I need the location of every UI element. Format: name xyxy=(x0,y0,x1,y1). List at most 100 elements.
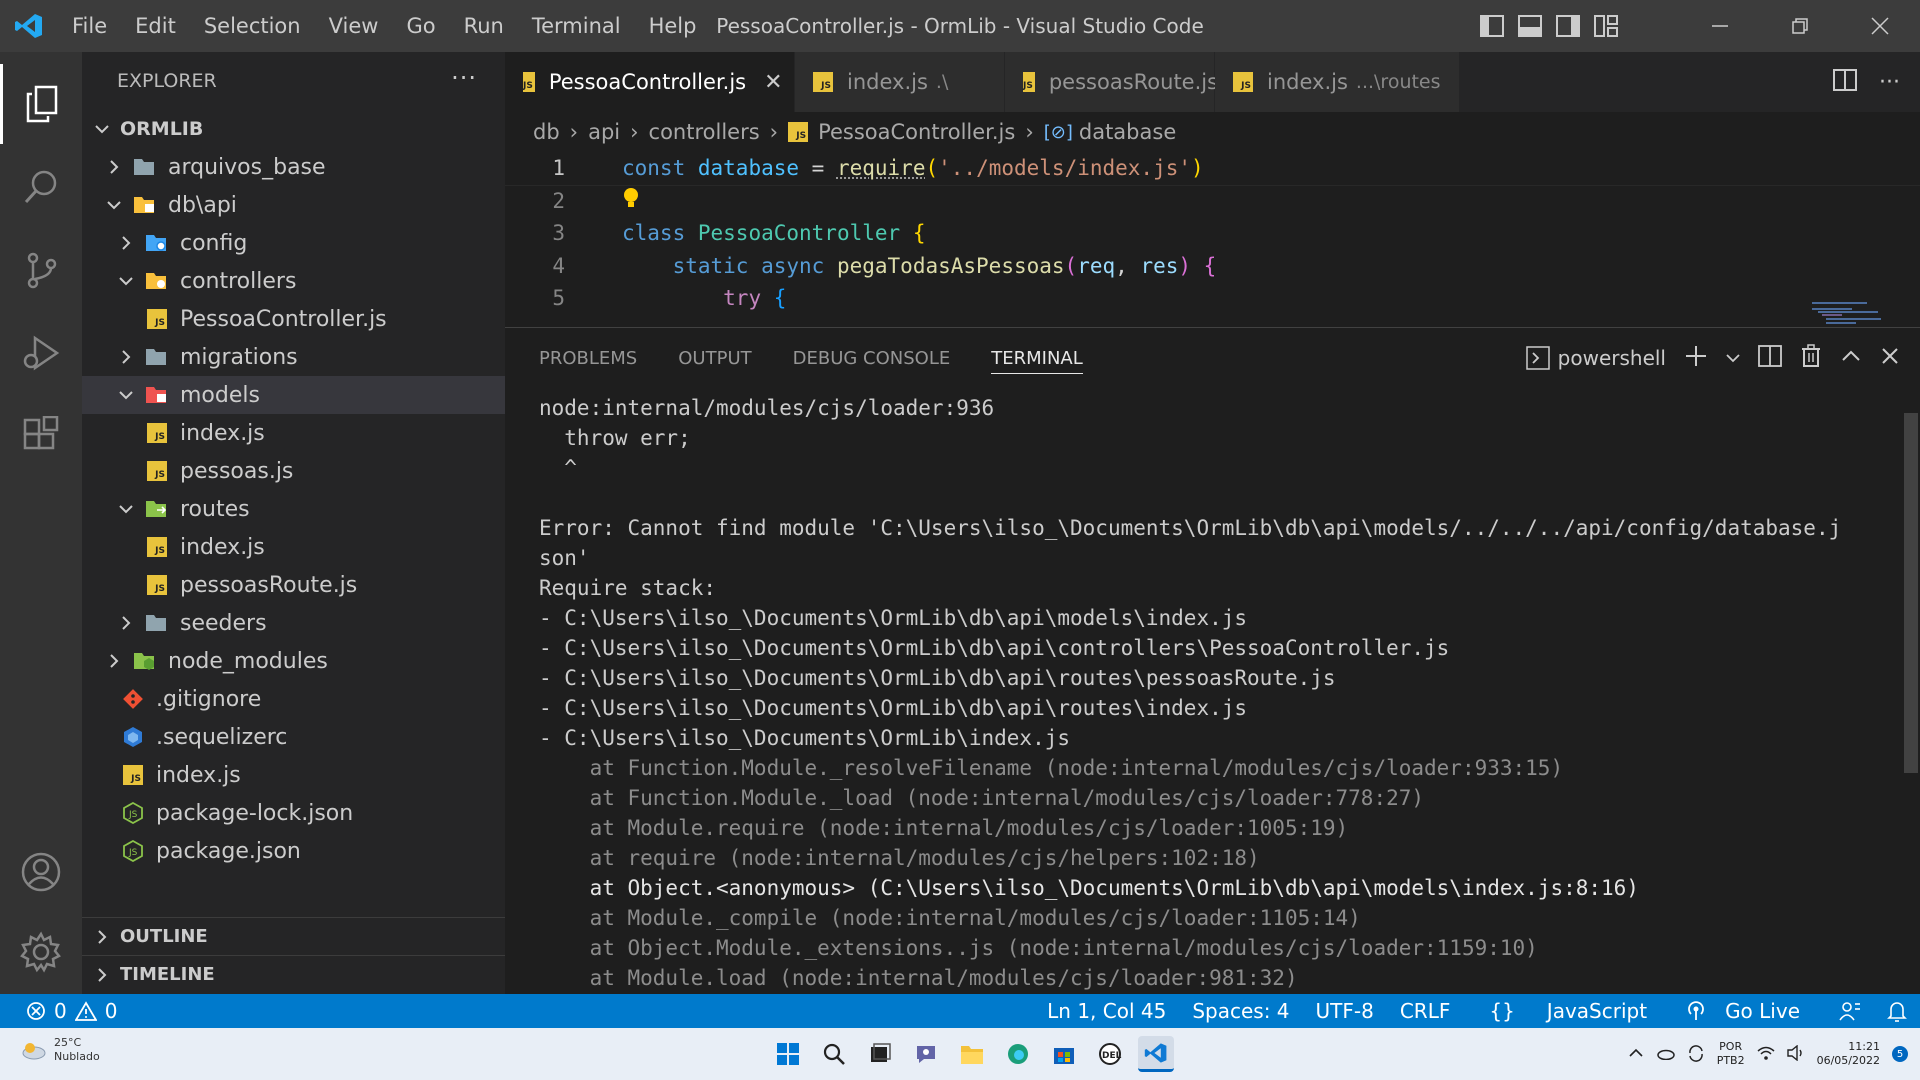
trash-icon[interactable] xyxy=(1800,343,1822,373)
tree-folder[interactable]: config xyxy=(82,224,505,262)
tree-file[interactable]: JS index.js xyxy=(82,756,505,794)
explorer-icon[interactable] xyxy=(0,64,82,144)
search-icon[interactable] xyxy=(816,1036,852,1072)
menu-selection[interactable]: Selection xyxy=(190,0,315,52)
toggle-sidebar-icon[interactable] xyxy=(1478,12,1506,40)
tab-index-root[interactable]: JS index.js .\ xyxy=(795,52,1005,112)
chat-icon[interactable] xyxy=(908,1036,944,1072)
notifications-bell-icon[interactable] xyxy=(1874,1000,1920,1022)
tree-file[interactable]: JS pessoasRoute.js xyxy=(82,566,505,604)
wifi-icon[interactable] xyxy=(1757,1045,1775,1064)
menu-help[interactable]: Help xyxy=(635,0,711,52)
maximize-panel-icon[interactable] xyxy=(1840,345,1862,372)
outline-section[interactable]: OUTLINE xyxy=(82,917,505,955)
menu-terminal[interactable]: Terminal xyxy=(518,0,635,52)
minimize-icon[interactable] xyxy=(1680,0,1760,52)
breadcrumb-api[interactable]: api xyxy=(588,120,620,144)
tree-file[interactable]: JS PessoaController.js xyxy=(82,300,505,338)
extensions-icon[interactable] xyxy=(0,396,82,476)
tree-folder[interactable]: controllers xyxy=(82,262,505,300)
windows-start-icon[interactable] xyxy=(770,1036,806,1072)
cursor-position[interactable]: Ln 1, Col 45 xyxy=(1034,999,1179,1023)
tree-folder[interactable]: routes xyxy=(82,490,505,528)
terminal-scrollbar[interactable] xyxy=(1904,413,1918,773)
line-ending[interactable]: CRLF xyxy=(1387,999,1464,1023)
tree-file[interactable]: .sequelizerc xyxy=(82,718,505,756)
close-icon[interactable] xyxy=(1840,0,1920,52)
tree-file[interactable]: JS package.json xyxy=(82,832,505,870)
settings-gear-icon[interactable] xyxy=(0,912,82,992)
file-explorer-icon[interactable] xyxy=(954,1036,990,1072)
onedrive-icon[interactable] xyxy=(1655,1046,1675,1063)
tree-folder[interactable]: arquivos_base xyxy=(82,148,505,186)
close-tab-icon[interactable]: ✕ xyxy=(764,70,782,95)
tree-file[interactable]: JS package-lock.json xyxy=(82,794,505,832)
tree-folder[interactable]: models xyxy=(82,376,505,414)
tree-file[interactable]: JS pessoas.js xyxy=(82,452,505,490)
tab-terminal[interactable]: TERMINAL xyxy=(991,328,1083,388)
weather-widget[interactable]: 25°C Nublado xyxy=(20,1036,100,1064)
tree-folder[interactable]: node_modules xyxy=(82,642,505,680)
tab-output[interactable]: OUTPUT xyxy=(678,328,751,388)
code-editor[interactable]: 1 const database = require('../models/in… xyxy=(505,152,1920,327)
minimap[interactable] xyxy=(1812,302,1892,327)
task-view-icon[interactable] xyxy=(862,1036,898,1072)
go-live-button[interactable]: Go Live xyxy=(1673,999,1826,1023)
menu-edit[interactable]: Edit xyxy=(121,0,190,52)
feedback-icon[interactable] xyxy=(1826,1000,1874,1022)
customize-layout-icon[interactable] xyxy=(1592,12,1620,40)
accounts-icon[interactable] xyxy=(0,832,82,912)
tab-problems[interactable]: PROBLEMS xyxy=(539,328,637,388)
volume-icon[interactable] xyxy=(1786,1044,1805,1064)
toggle-secondary-sidebar-icon[interactable] xyxy=(1554,12,1582,40)
breadcrumb-symbol[interactable]: database xyxy=(1079,120,1176,144)
tree-root-ormlib[interactable]: ORMLIB xyxy=(82,110,505,148)
chevron-down-icon[interactable] xyxy=(1726,346,1740,370)
toggle-panel-icon[interactable] xyxy=(1516,12,1544,40)
encoding[interactable]: UTF-8 xyxy=(1303,999,1387,1023)
tab-pessoacontroller[interactable]: JS PessoaController.js ✕ xyxy=(505,52,795,112)
dell-icon[interactable]: DELL xyxy=(1092,1036,1128,1072)
breadcrumb-controllers[interactable]: controllers xyxy=(649,120,760,144)
chevron-up-icon[interactable] xyxy=(1629,1047,1643,1062)
split-editor-icon[interactable] xyxy=(1833,69,1858,95)
vscode-taskbar-icon[interactable] xyxy=(1138,1036,1174,1072)
more-actions-icon[interactable]: ··· xyxy=(451,64,477,92)
sync-icon[interactable] xyxy=(1687,1044,1705,1065)
new-terminal-icon[interactable] xyxy=(1684,344,1708,373)
restore-icon[interactable] xyxy=(1760,0,1840,52)
menu-file[interactable]: File xyxy=(58,0,121,52)
clock[interactable]: 11:21 06/05/2022 xyxy=(1817,1040,1880,1068)
breadcrumb-db[interactable]: db xyxy=(533,120,560,144)
terminal-shell-selector[interactable]: powershell xyxy=(1525,346,1666,370)
tree-folder[interactable]: seeders xyxy=(82,604,505,642)
tree-file[interactable]: JS index.js xyxy=(82,528,505,566)
store-icon[interactable] xyxy=(1046,1036,1082,1072)
terminal-output[interactable]: node:internal/modules/cjs/loader:936 thr… xyxy=(539,393,1889,993)
menu-view[interactable]: View xyxy=(315,0,393,52)
source-control-icon[interactable] xyxy=(0,230,82,310)
tree-file[interactable]: JS index.js xyxy=(82,414,505,452)
input-language[interactable]: POR PTB2 xyxy=(1717,1040,1745,1068)
indentation[interactable]: Spaces: 4 xyxy=(1179,999,1302,1023)
notification-badge[interactable]: 5 xyxy=(1892,1046,1908,1062)
tab-index-routes[interactable]: JS index.js ...\routes xyxy=(1215,52,1460,112)
tree-folder[interactable]: db\api xyxy=(82,186,505,224)
problems-indicator[interactable]: 0 0 xyxy=(0,999,117,1023)
tree-file[interactable]: .gitignore xyxy=(82,680,505,718)
search-icon[interactable] xyxy=(0,147,82,227)
close-panel-icon[interactable] xyxy=(1880,346,1900,371)
split-terminal-icon[interactable] xyxy=(1758,344,1782,372)
language-mode[interactable]: {} JavaScript xyxy=(1463,999,1673,1023)
edge-browser-icon[interactable] xyxy=(1000,1036,1036,1072)
more-actions-icon[interactable]: ··· xyxy=(1879,70,1900,95)
menu-go[interactable]: Go xyxy=(392,0,449,52)
breadcrumb-file[interactable]: PessoaController.js xyxy=(818,120,1015,144)
tab-debug-console[interactable]: DEBUG CONSOLE xyxy=(793,328,951,388)
tab-pessoasroute[interactable]: JS pessoasRoute.js xyxy=(1005,52,1218,112)
tree-folder[interactable]: migrations xyxy=(82,338,505,376)
menu-run[interactable]: Run xyxy=(450,0,518,52)
timeline-section[interactable]: TIMELINE xyxy=(82,955,505,993)
run-debug-icon[interactable] xyxy=(0,313,82,393)
lightbulb-icon[interactable] xyxy=(622,187,640,214)
